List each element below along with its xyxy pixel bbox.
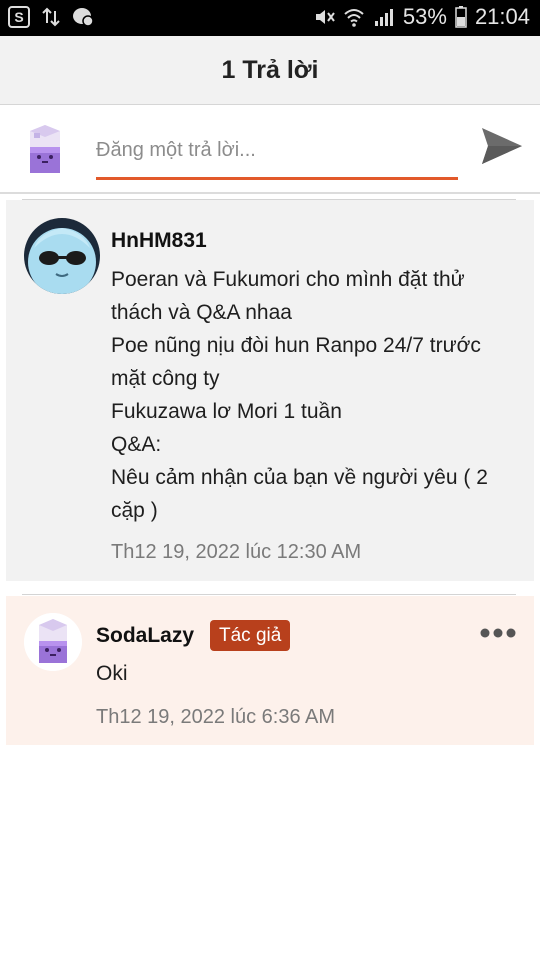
comment-timestamp: Th12 19, 2022 lúc 12:30 AM (111, 541, 362, 563)
commenter-avatar[interactable] (24, 613, 82, 671)
status-left-icons: S (8, 6, 94, 28)
mute-icon (315, 10, 335, 24)
commenter-avatar[interactable] (24, 218, 100, 294)
divider (22, 594, 516, 595)
comment-text: Oki (96, 662, 128, 685)
status-bar: S 53% 21:04 (0, 0, 540, 36)
comment-line: Nêu cảm nhận của bạn về người yêu ( 2 cặ… (111, 466, 488, 522)
comment-item: SodaLazy Tác giả Oki Th12 19, 2022 lúc 6… (6, 596, 534, 745)
svg-text:S: S (14, 9, 23, 25)
comment-username[interactable]: SodaLazy (96, 624, 194, 648)
comment-item: HnHM831 Poeran và Fukumori cho mình đặt … (6, 200, 534, 581)
messenger-icon (73, 8, 94, 27)
comment-username[interactable]: HnHM831 (111, 229, 207, 253)
data-transfer-icon (42, 7, 60, 27)
reply-input[interactable] (96, 127, 458, 180)
battery-percent: 53% (402, 4, 447, 29)
more-options-icon[interactable] (480, 626, 516, 640)
comment-line: Poeran và Fukumori cho mình đặt thử thác… (111, 268, 465, 324)
page-header: 1 Trả lời (0, 36, 540, 105)
comment-text: Poeran và Fukumori cho mình đặt thử thác… (111, 263, 516, 527)
comment-line: Fukuzawa lơ Mori 1 tuần (111, 400, 342, 423)
signal-icon (374, 9, 393, 26)
current-user-avatar (30, 125, 60, 173)
author-badge: Tác giả (210, 620, 291, 651)
battery-icon (455, 6, 467, 28)
skype-icon: S (8, 6, 30, 28)
send-icon[interactable] (480, 124, 524, 168)
page-title: 1 Trả lời (221, 55, 319, 84)
wifi-icon (344, 9, 364, 27)
comment-line: Poe nũng nịu đòi hun Ranpo 24/7 trước mặ… (111, 334, 481, 390)
reply-composer (0, 105, 540, 194)
comment-line: Q&A: (111, 433, 162, 456)
clock: 21:04 (474, 4, 530, 29)
status-right: 53% 21:04 (313, 4, 530, 30)
comment-timestamp: Th12 19, 2022 lúc 6:36 AM (96, 706, 336, 728)
